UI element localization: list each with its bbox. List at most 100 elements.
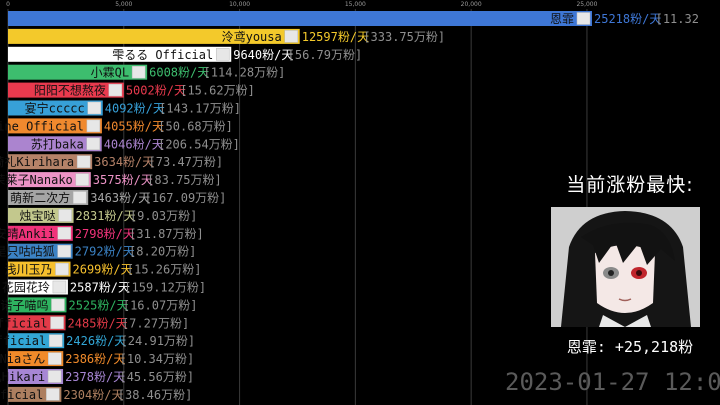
- bar-value-label: 2525粉/天: [68, 298, 128, 312]
- fastest-growth-caption: 恩霏: +25,218粉: [566, 338, 694, 356]
- bar-total-label: [159.12万粉]: [124, 281, 206, 295]
- bar-avatar-icon: [58, 209, 72, 222]
- bar-total-label: [167.09万粉]: [145, 191, 227, 205]
- bar-name-label: 萌新二次方: [10, 190, 70, 205]
- leader-avatar-illustration: [551, 207, 700, 327]
- bar-value-label: 3463粉/天: [90, 191, 150, 205]
- bar-total-label: [11.32: [656, 12, 699, 26]
- bar-avatar-icon: [86, 119, 101, 133]
- bar-avatar-icon: [48, 352, 62, 365]
- bar-race-stage: 0 5,000 10,000 15,000 20,000 25,000 恩霏 25218粉/天…: [0, 0, 720, 405]
- bar-total-label: [83.75万粉]: [147, 173, 222, 187]
- bar-value-label: 4055粉/天: [104, 119, 164, 133]
- bar-name-label: 诺子喵呜: [0, 297, 48, 312]
- bar-avatar-icon: [50, 316, 64, 330]
- bar-total-label: [10.34万粉]: [120, 352, 195, 366]
- bar-value-label: 6008粉/天: [149, 66, 209, 80]
- bar-total-label: [143.17万粉]: [159, 102, 241, 116]
- bar-value-label: 4046粉/天: [104, 137, 164, 151]
- bar-name-label: 雫るる Official: [112, 48, 213, 62]
- bar-value-label: 2304粉/天: [63, 388, 123, 402]
- x-tick-label: 25,000: [576, 1, 597, 8]
- bar-value-label: 2386粉/天: [65, 352, 125, 366]
- bar-total-label: [114.28万粉]: [204, 66, 286, 80]
- bar-total-label: [333.75万粉]: [363, 30, 445, 44]
- x-tick-label: 5,000: [115, 1, 132, 8]
- bar-name-label: 小凤铃是只咕咕狐: [0, 244, 55, 259]
- bar-name-label: 宴宁ccccc: [25, 101, 85, 116]
- bar-avatar-icon: [215, 48, 230, 61]
- timestamp: 2023-01-27 12:00: [505, 368, 720, 396]
- leader-avatar: [551, 207, 700, 327]
- bar-value-label: 4092粉/天: [105, 102, 165, 116]
- bar-name-label: 花园花玲: [2, 280, 50, 295]
- bar-name-label: Niaさん: [0, 352, 45, 366]
- bar-name-label: 尼奈nine Official: [0, 119, 84, 133]
- bar-name-label: 茉莱子Nanako: [0, 173, 73, 187]
- bar-value-label: 3575粉/天: [93, 173, 153, 187]
- bar-value-label: 2378粉/天: [65, 370, 125, 384]
- bar-avatar-icon: [72, 191, 87, 204]
- bar-avatar-icon: [52, 280, 67, 294]
- bar-total-label: [206.54万粉]: [158, 137, 240, 151]
- bar-avatar-icon: [46, 388, 60, 401]
- bar-total-label: [24.91万粉]: [121, 334, 196, 348]
- bar-name-label: 阳阳不想熬夜: [34, 83, 106, 98]
- bar-total-label: [50.68万粉]: [158, 119, 233, 133]
- x-tick-label: 0: [6, 1, 10, 8]
- x-tick-label: 15,000: [345, 1, 366, 8]
- bar-value-label: 2426粉/天: [66, 334, 126, 348]
- bar-name-label: 果子大粒Official: [0, 315, 48, 330]
- bar-total-label: [7.27万粉]: [122, 316, 189, 330]
- bar-name-label: 绮礼Kirihara: [0, 154, 74, 169]
- bar-name-label: 小霖QL: [91, 66, 129, 80]
- bar-total-label: [8.20万粉]: [129, 245, 196, 259]
- bar-name-label: 泠鸢yousa: [222, 30, 282, 44]
- bar-avatar-icon: [57, 244, 71, 258]
- bar-total-label: [45.56万粉]: [119, 370, 194, 384]
- bar-avatar-icon: [75, 173, 90, 186]
- bar-total-label: [15.62万粉]: [180, 84, 255, 98]
- bar-avatar-icon: [76, 155, 91, 168]
- bar-name-label: 烛宝哒: [20, 209, 56, 223]
- bar-value-label: 5002粉/天: [126, 84, 186, 98]
- bar-avatar-icon: [86, 137, 100, 151]
- bar-avatar-icon: [108, 83, 123, 97]
- bar-total-label: [38.46万粉]: [118, 388, 193, 402]
- bar-avatar-icon: [48, 334, 63, 347]
- bar-value-label: 9640粉/天: [233, 48, 293, 62]
- bar-avatar-icon: [87, 101, 102, 115]
- bar-total-label: [16.07万粉]: [123, 298, 198, 312]
- bar-name-label: 恩霏: [550, 12, 574, 26]
- bar-total-label: [31.87万粉]: [129, 227, 204, 241]
- bar-total-label: [56.79万粉]: [288, 48, 363, 62]
- bar-total-label: [9.03万粉]: [130, 209, 197, 223]
- bar-avatar-icon: [47, 370, 62, 383]
- bar-total-label: [15.26万粉]: [127, 263, 202, 277]
- fastest-growth-title: 当前涨粉最快:: [566, 174, 694, 196]
- bar-value-label: 3634粉/天: [94, 155, 154, 169]
- bar-value-label: 2798粉/天: [75, 227, 135, 241]
- bar-value-label: 2699粉/天: [73, 263, 133, 277]
- bar-avatar-icon: [284, 30, 298, 43]
- bar-value-label: 2831粉/天: [76, 209, 136, 223]
- bar: [8, 11, 592, 26]
- bar-avatar-icon: [51, 298, 65, 312]
- bar-avatar-icon: [576, 12, 591, 25]
- bar-avatar-icon: [55, 262, 69, 276]
- bar-name-label: Fulgur-Official: [0, 334, 46, 348]
- x-tick-label: 20,000: [461, 1, 482, 8]
- bar-value-label: 2587粉/天: [70, 281, 130, 295]
- bar-name-label: 苏打baka: [31, 137, 84, 151]
- bar-value-label: 25218粉/天: [594, 12, 661, 26]
- bar-name-label: 浅川玉乃: [4, 263, 52, 277]
- bar-name-label: 烛灵儿Hikari: [0, 370, 45, 384]
- bar-name-label: 妙妙子Official: [0, 388, 43, 402]
- bar-value-label: 2792粉/天: [75, 245, 135, 259]
- bar-avatar-icon: [131, 65, 146, 79]
- bar-avatar-icon: [57, 227, 72, 240]
- bar-value-label: 2485粉/天: [68, 316, 128, 330]
- x-tick-label: 10,000: [229, 1, 250, 8]
- bar-value-label: 12597粉/天: [302, 30, 369, 44]
- bar-total-label: [73.47万粉]: [149, 155, 224, 169]
